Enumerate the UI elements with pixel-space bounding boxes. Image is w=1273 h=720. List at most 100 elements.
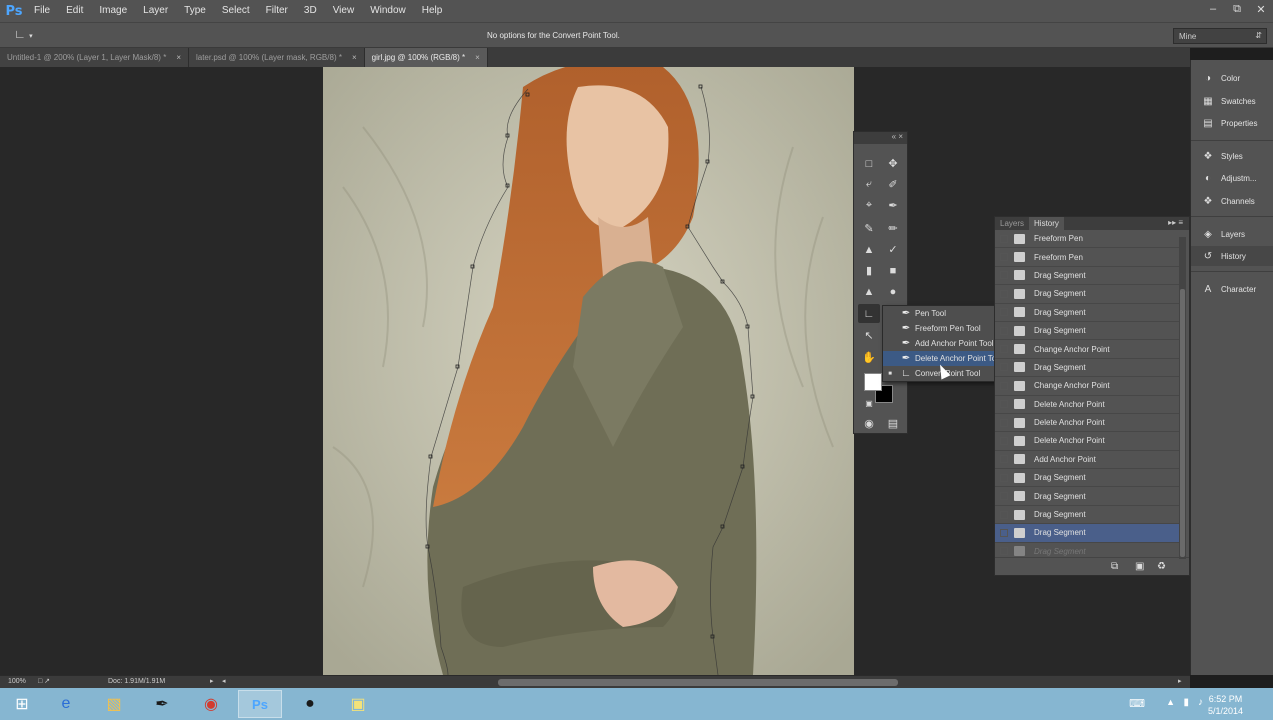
dock-character[interactable]: A Character bbox=[1191, 279, 1273, 299]
history-item[interactable]: Drag Segment bbox=[995, 304, 1180, 322]
close-icon[interactable]: × bbox=[352, 53, 357, 62]
snapshot-checkbox[interactable] bbox=[1000, 308, 1008, 317]
marquee-tool-icon[interactable]: □ bbox=[858, 154, 880, 173]
doc-tab-untitled[interactable]: Untitled-1 @ 200% (Layer 1, Layer Mask/8… bbox=[0, 48, 189, 67]
brush-tool-icon[interactable]: ✏ bbox=[882, 219, 904, 238]
minimize-icon[interactable]: – bbox=[1201, 0, 1225, 18]
move-tool-icon[interactable]: ✥ bbox=[882, 154, 904, 173]
menu-edit[interactable]: Edit bbox=[58, 0, 91, 22]
dock-adjustments[interactable]: ◐ Adjustm... bbox=[1191, 168, 1273, 188]
tab-history[interactable]: History bbox=[1029, 217, 1064, 230]
keyboard-icon[interactable]: ⌨ bbox=[1129, 697, 1145, 710]
history-item[interactable]: Add Anchor Point bbox=[995, 451, 1180, 470]
history-item[interactable]: Drag Segment bbox=[995, 469, 1180, 488]
menu-window[interactable]: Window bbox=[362, 0, 414, 22]
taskbar-clock[interactable]: 6:52 PM 5/1/2014 bbox=[1208, 693, 1243, 717]
export-icon[interactable]: □ ↗ bbox=[38, 677, 50, 685]
menu-filter[interactable]: Filter bbox=[258, 0, 296, 22]
dock-history[interactable]: ↺ History bbox=[1191, 246, 1273, 266]
close-icon[interactable]: × bbox=[475, 53, 480, 62]
internet-explorer-icon[interactable]: e bbox=[44, 690, 88, 718]
history-item[interactable]: Freeform Pen bbox=[995, 230, 1180, 249]
sticky-notes-icon[interactable]: ▣ bbox=[336, 690, 380, 718]
scroll-right-icon[interactable]: ▸ bbox=[1178, 677, 1182, 685]
menu-image[interactable]: Image bbox=[91, 0, 135, 22]
tool-preset-picker[interactable]: ∟ ▾ bbox=[14, 27, 44, 45]
screen-mode-icon[interactable]: ▤ bbox=[882, 414, 904, 433]
workspace-select[interactable]: Mine ⇵ bbox=[1173, 28, 1267, 44]
snapshot-checkbox[interactable] bbox=[1000, 492, 1008, 501]
snapshot-checkbox[interactable] bbox=[1000, 473, 1008, 482]
lasso-tool-icon[interactable]: ⤶ bbox=[858, 175, 880, 194]
hand-tool-icon[interactable]: ✋ bbox=[858, 348, 880, 367]
tab-layers[interactable]: Layers bbox=[995, 217, 1029, 230]
history-item[interactable]: Drag Segment bbox=[995, 359, 1180, 378]
history-item[interactable]: Delete Anchor Point bbox=[995, 432, 1180, 451]
history-scrollbar[interactable] bbox=[1179, 237, 1186, 559]
healing-brush-icon[interactable]: ✎ bbox=[858, 219, 880, 238]
new-document-from-state-icon[interactable]: ⧉ bbox=[1111, 561, 1118, 572]
close-icon[interactable]: ✕ bbox=[1249, 0, 1273, 18]
eyedropper-icon[interactable]: ✒ bbox=[882, 196, 904, 215]
dock-color[interactable]: ◑ Color bbox=[1191, 68, 1273, 88]
history-item[interactable]: Delete Anchor Point bbox=[995, 414, 1180, 433]
zoom-level[interactable]: 100% bbox=[8, 678, 26, 685]
snapshot-checkbox[interactable] bbox=[1000, 436, 1008, 445]
snapshot-checkbox[interactable] bbox=[1000, 418, 1008, 427]
menu-file[interactable]: File bbox=[26, 0, 58, 22]
history-item[interactable]: Freeform Pen bbox=[995, 248, 1180, 267]
horizontal-scrollbar[interactable] bbox=[498, 679, 898, 686]
windows-start-icon[interactable]: ⊞ bbox=[0, 690, 44, 718]
snapshot-checkbox[interactable] bbox=[1000, 234, 1008, 243]
photoshop-taskbar-icon[interactable]: Ps bbox=[238, 690, 282, 718]
default-colors-icon[interactable]: ▣ bbox=[858, 394, 880, 413]
doc-tab-girl[interactable]: girl.jpg @ 100% (RGB/8) * × bbox=[364, 48, 488, 67]
history-item[interactable]: Change Anchor Point bbox=[995, 340, 1180, 359]
menu-view[interactable]: View bbox=[325, 0, 363, 22]
panel-menu-icon[interactable]: ▸▸ ≡ bbox=[1168, 218, 1183, 227]
dock-channels[interactable]: ❖ Channels bbox=[1191, 191, 1273, 211]
dock-swatches[interactable]: ▦ Swatches bbox=[1191, 91, 1273, 111]
snapshot-checkbox[interactable] bbox=[1000, 326, 1008, 335]
history-item[interactable]: Delete Anchor Point bbox=[995, 396, 1180, 414]
scroll-left-icon[interactable]: ◂ bbox=[222, 677, 226, 685]
foreground-color-swatch[interactable] bbox=[864, 373, 882, 391]
history-item[interactable]: Drag Segment bbox=[995, 322, 1180, 341]
menu-help[interactable]: Help bbox=[414, 0, 451, 22]
trash-icon[interactable]: ♻ bbox=[1157, 561, 1166, 572]
file-explorer-icon[interactable]: ▧ bbox=[92, 690, 136, 718]
snapshot-checkbox[interactable] bbox=[1000, 400, 1008, 409]
history-item-current[interactable]: Drag Segment bbox=[995, 524, 1180, 543]
convert-point-tool-icon[interactable]: ∟ bbox=[858, 304, 880, 323]
sketch-app-icon[interactable]: ✒ bbox=[140, 690, 184, 718]
tray-expand-icon[interactable]: ▲ bbox=[1166, 697, 1175, 707]
snapshot-checkbox[interactable] bbox=[1000, 253, 1008, 262]
close-icon[interactable]: × bbox=[176, 53, 181, 62]
dock-styles[interactable]: ❖ Styles bbox=[1191, 146, 1273, 166]
crop-tool-icon[interactable]: ⌖ bbox=[858, 196, 880, 215]
doc-tab-later[interactable]: later.psd @ 100% (Layer mask, RGB/8) * × bbox=[188, 48, 365, 67]
history-item[interactable]: Drag Segment bbox=[995, 487, 1180, 506]
snapshot-checkbox[interactable] bbox=[1000, 363, 1008, 372]
history-item[interactable]: Drag Segment bbox=[995, 285, 1180, 304]
stamp-tool-icon[interactable]: ▲ bbox=[858, 240, 880, 259]
obs-icon[interactable]: ● bbox=[288, 690, 332, 718]
dodge-tool-icon[interactable]: ● bbox=[882, 282, 904, 301]
eraser-tool-icon[interactable]: ▮ bbox=[858, 261, 880, 280]
restore-icon[interactable]: ⧉ bbox=[1225, 0, 1249, 18]
camera-icon[interactable]: ▣ bbox=[1135, 561, 1144, 572]
document-image[interactable] bbox=[323, 67, 854, 675]
menu-select[interactable]: Select bbox=[214, 0, 258, 22]
history-item[interactable]: Drag Segment bbox=[995, 506, 1180, 525]
chrome-icon[interactable]: ◉ bbox=[189, 690, 233, 718]
blur-tool-icon[interactable]: ▲ bbox=[858, 282, 880, 301]
snapshot-checkbox[interactable] bbox=[1000, 510, 1008, 519]
status-menu-arrow-icon[interactable]: ▸ bbox=[210, 677, 214, 685]
tools-panel-header[interactable]: « × bbox=[854, 132, 907, 144]
dock-layers[interactable]: ◈ Layers bbox=[1191, 224, 1273, 244]
snapshot-checkbox[interactable] bbox=[1000, 455, 1008, 464]
history-item[interactable]: Change Anchor Point bbox=[995, 377, 1180, 396]
menu-layer[interactable]: Layer bbox=[135, 0, 176, 22]
menu-type[interactable]: Type bbox=[176, 0, 214, 22]
speaker-icon[interactable]: ♪ bbox=[1198, 697, 1203, 708]
